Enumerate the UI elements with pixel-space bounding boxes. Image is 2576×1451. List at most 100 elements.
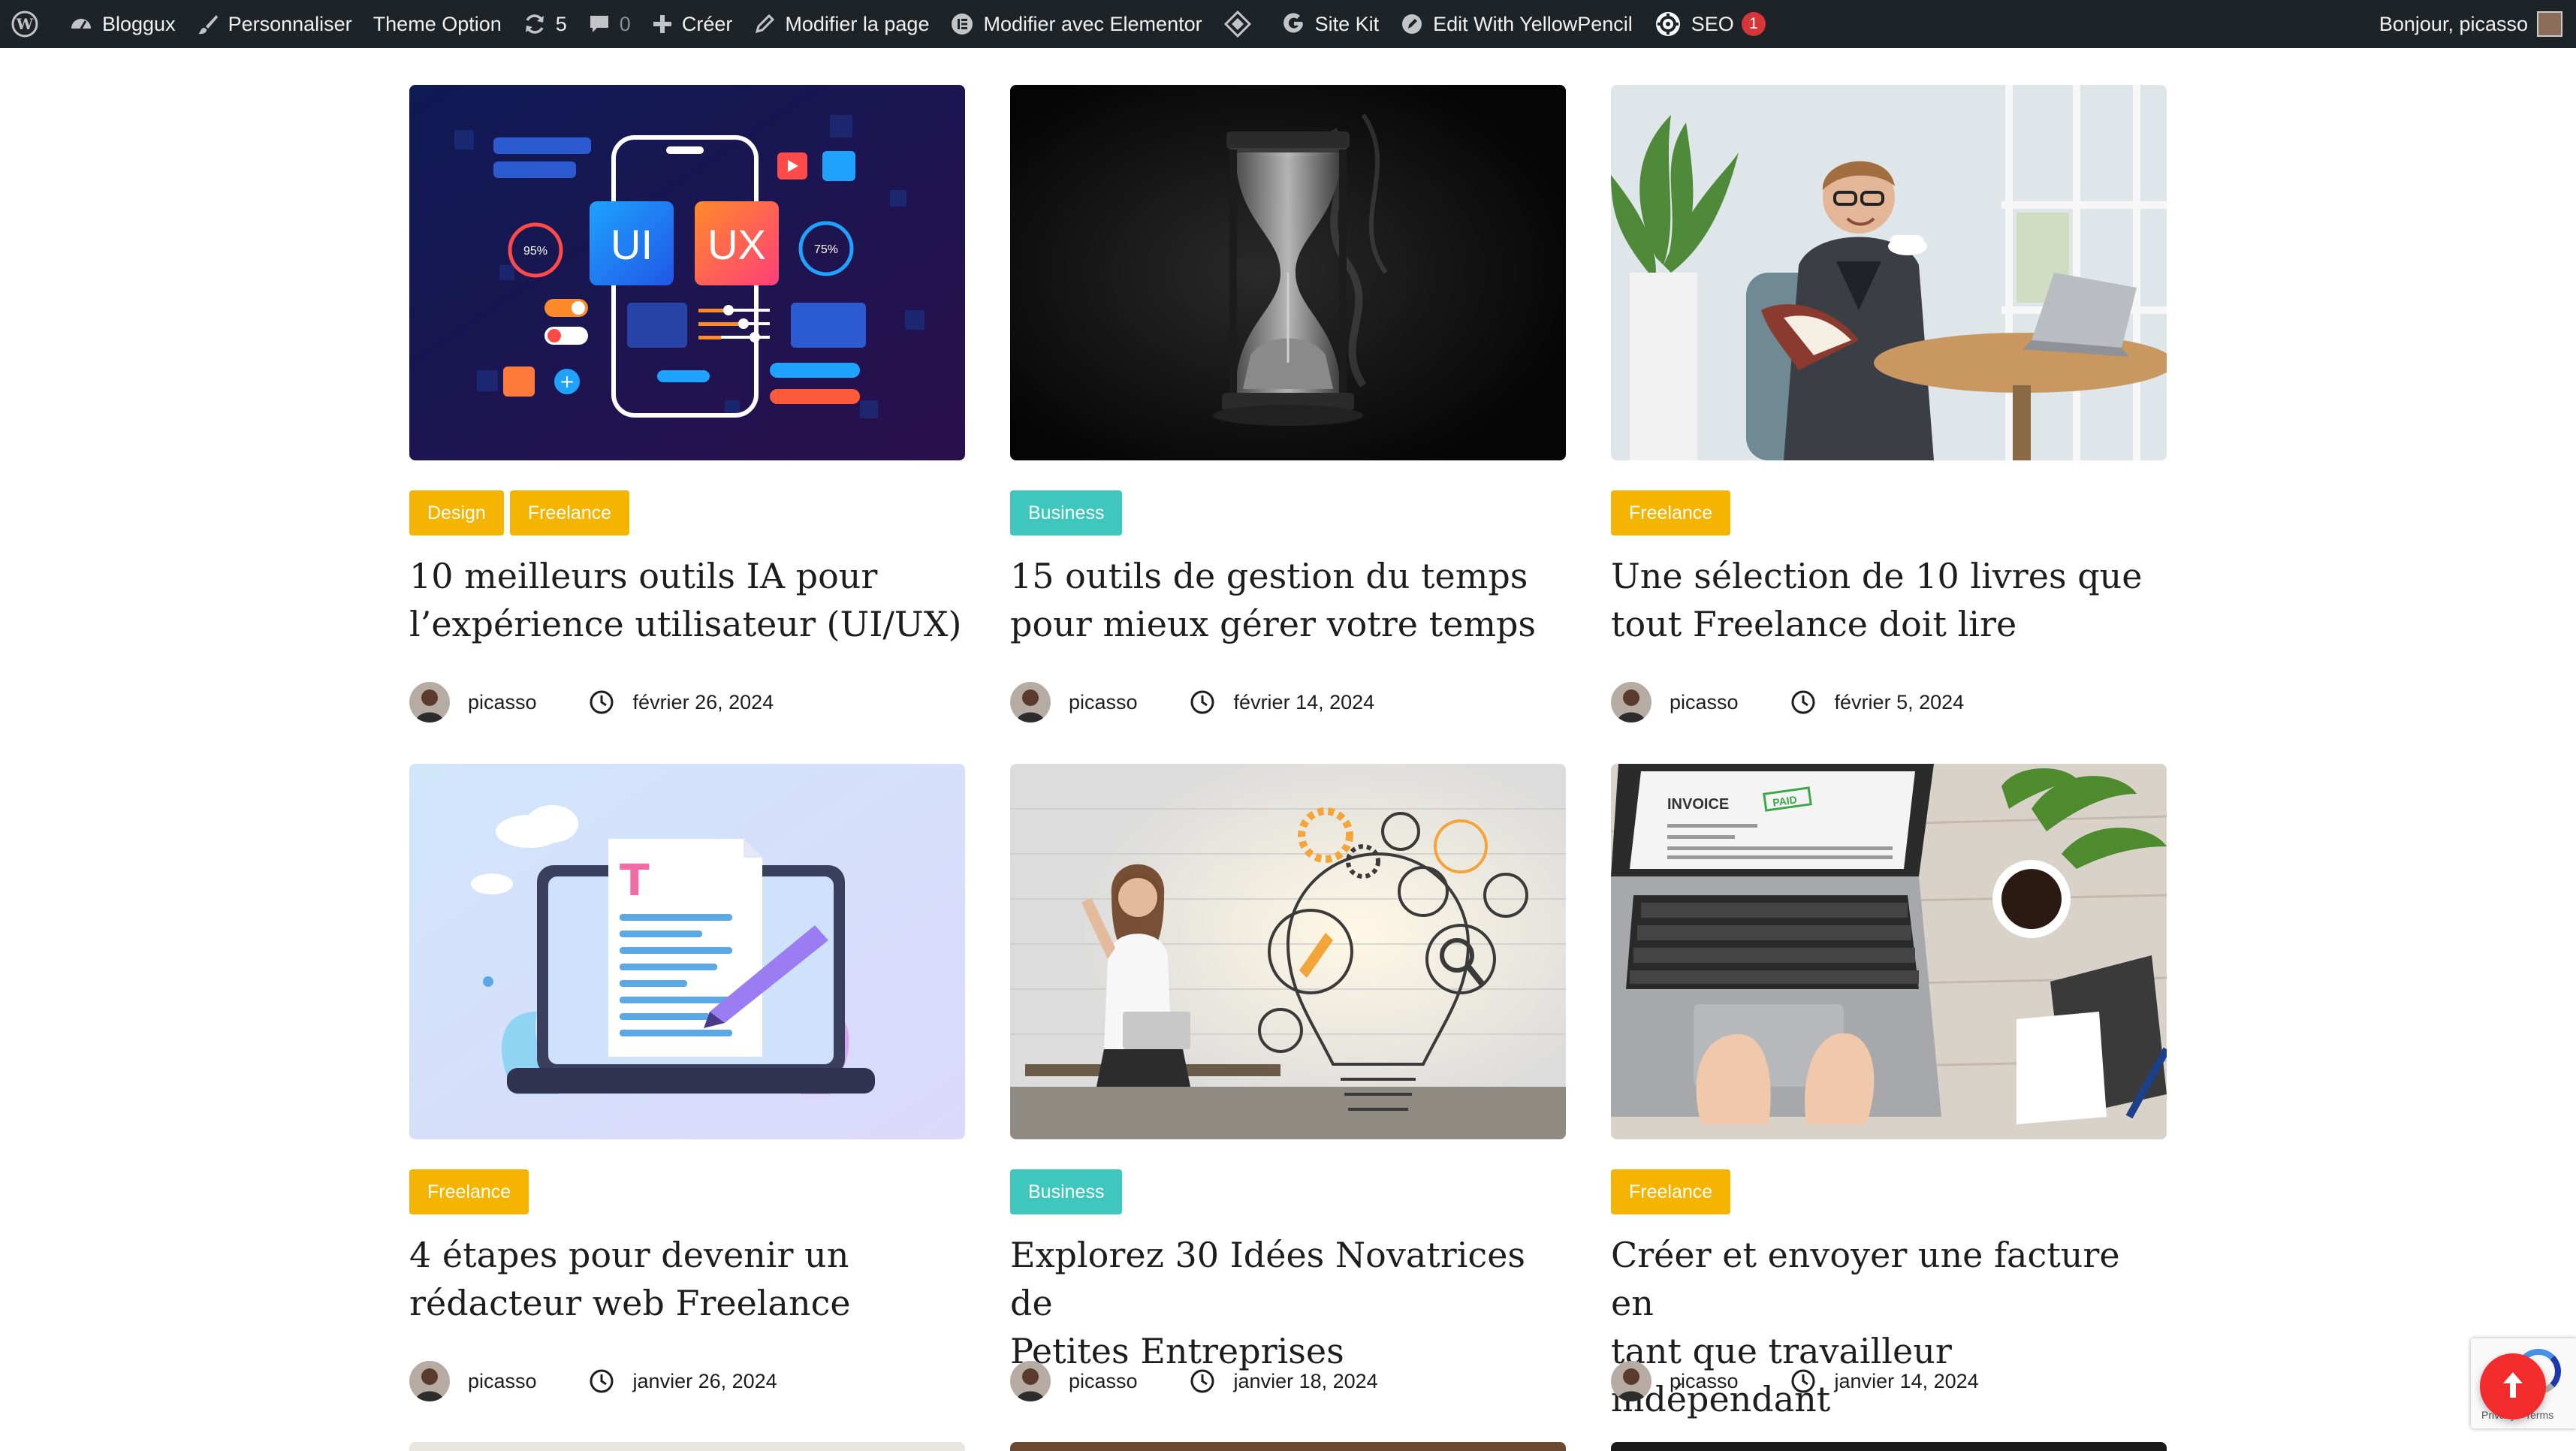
category-tag[interactable]: Freelance [509, 490, 629, 535]
user-avatar [2537, 11, 2562, 37]
category-tag[interactable]: Freelance [1611, 490, 1731, 535]
edit-page-link[interactable]: Modifier la page [743, 0, 940, 48]
author-name[interactable]: picasso [468, 1370, 537, 1393]
category-list: Business [1010, 490, 1123, 535]
post-thumbnail[interactable]: T [409, 764, 965, 1139]
seo-notification-badge: 1 [1741, 12, 1766, 36]
updates-count: 5 [555, 12, 567, 35]
post-title-line: Une sélection de 10 livres que [1611, 556, 2143, 596]
brush-icon [197, 13, 219, 35]
seo-gear-icon [1654, 10, 1682, 38]
post-date: janvier 26, 2024 [632, 1369, 777, 1392]
post-meta: picasso février 26, 2024 [409, 681, 774, 723]
woman-ideas-lightbulb-photo [1010, 764, 1566, 1139]
seo-label: SEO [1691, 12, 1734, 35]
google-icon [1282, 12, 1306, 36]
new-content-menu[interactable]: Créer [641, 0, 744, 48]
post-date: janvier 18, 2024 [1233, 1369, 1378, 1392]
next-post-thumbnail-edge[interactable] [1611, 1442, 2167, 1451]
wordpress-logo-menu[interactable]: W [0, 0, 59, 48]
back-to-top-button[interactable] [2480, 1353, 2546, 1419]
post-thumbnail[interactable]: UI UX 95% 75% + [409, 85, 965, 460]
post-title-line: pour mieux gérer votre temps [1010, 604, 1536, 644]
clock-icon [1790, 1368, 1817, 1395]
category-tag[interactable]: Business [1010, 1169, 1123, 1214]
post-title-line: Explorez 30 Idées Novatrices de [1010, 1235, 1526, 1323]
new-label: Créer [681, 12, 733, 35]
post-title-line: rédacteur web Freelance [409, 1283, 851, 1323]
post-thumbnail[interactable]: INVOICE PAID [1611, 764, 2167, 1139]
svg-text:95%: 95% [523, 245, 547, 258]
hourglass-photo [1010, 85, 1566, 460]
customize-label: Personnaliser [228, 12, 352, 35]
category-list: Freelance [1611, 490, 1731, 535]
post-thumbnail[interactable] [1010, 85, 1566, 460]
category-tag[interactable]: Freelance [1611, 1169, 1731, 1214]
arrow-up-icon [2500, 1370, 2526, 1404]
post-title[interactable]: Une sélection de 10 livres que tout Free… [1611, 552, 2167, 648]
category-list: Freelance [1611, 1169, 1731, 1214]
author-name[interactable]: picasso [1069, 1370, 1138, 1393]
customize-link[interactable]: Personnaliser [186, 0, 363, 48]
edit-page-label: Modifier la page [785, 12, 930, 35]
post-meta: picasso février 5, 2024 [1611, 681, 1964, 723]
edit-elementor-link[interactable]: Modifier avec Elementor [940, 0, 1212, 48]
category-tag[interactable]: Freelance [409, 1169, 529, 1214]
elementor-icon [950, 12, 974, 36]
svg-text:INVOICE: INVOICE [1667, 796, 1729, 813]
clock-icon [1790, 689, 1817, 716]
post-title-line: Créer et envoyer une facture en [1611, 1235, 2120, 1323]
author-avatar [1010, 1361, 1051, 1401]
theme-option-link[interactable]: Theme Option [363, 0, 512, 48]
svg-text:75%: 75% [814, 243, 838, 256]
author-avatar [1010, 682, 1051, 722]
post-title-line: tout Freelance doit lire [1611, 604, 2017, 644]
post-thumbnail[interactable] [1010, 764, 1566, 1139]
man-reading-book-photo [1611, 85, 2167, 460]
updates-link[interactable]: 5 [512, 0, 578, 48]
post-title[interactable]: 4 étapes pour devenir un rédacteur web F… [409, 1231, 965, 1327]
site-kit-link[interactable]: Site Kit [1271, 0, 1390, 48]
my-account-menu[interactable]: Bonjour, picasso [2369, 0, 2576, 48]
post-title-line: 15 outils de gestion du temps [1010, 556, 1528, 596]
laptop-document-illustration: T [409, 764, 965, 1139]
svg-text:W: W [16, 15, 34, 33]
diamond-tool-link[interactable] [1213, 0, 1271, 48]
category-tag[interactable]: Design [409, 490, 504, 535]
clock-icon [588, 1368, 615, 1395]
theme-option-label: Theme Option [373, 12, 502, 35]
category-list: Freelance [409, 1169, 529, 1214]
site-name: Bloggux [102, 12, 176, 35]
ui-ux-illustration: UI UX 95% 75% + [409, 85, 965, 460]
post-meta: picasso janvier 18, 2024 [1010, 1360, 1378, 1402]
yellowpencil-label: Edit With YellowPencil [1433, 12, 1633, 35]
category-tag[interactable]: Business [1010, 490, 1123, 535]
author-name[interactable]: picasso [1670, 691, 1739, 714]
author-name[interactable]: picasso [468, 691, 537, 714]
pencil-icon [753, 13, 776, 35]
post-title-line: l’expérience utilisateur (UI/UX) [409, 604, 962, 644]
comments-link[interactable]: 0 [578, 0, 641, 48]
post-thumbnail[interactable] [1611, 85, 2167, 460]
author-avatar [1611, 1361, 1651, 1401]
next-post-thumbnail-edge[interactable] [1010, 1442, 1566, 1451]
post-title-line: 4 étapes pour devenir un [409, 1235, 849, 1275]
yellowpencil-link[interactable]: Edit With YellowPencil [1389, 0, 1643, 48]
svg-text:+: + [560, 371, 575, 392]
seo-menu[interactable]: SEO 1 [1643, 0, 1776, 48]
clock-icon [1189, 1368, 1216, 1395]
post-title[interactable]: 10 meilleurs outils IA pour l’expérience… [409, 552, 965, 648]
post-meta: picasso janvier 26, 2024 [409, 1360, 777, 1402]
site-kit-label: Site Kit [1314, 12, 1380, 35]
post-title[interactable]: Explorez 30 Idées Novatrices de Petites … [1010, 1231, 1566, 1375]
clock-icon [1189, 689, 1216, 716]
author-name[interactable]: picasso [1069, 691, 1138, 714]
post-date: février 26, 2024 [632, 690, 774, 713]
author-name[interactable]: picasso [1670, 1370, 1739, 1393]
post-meta: picasso février 14, 2024 [1010, 681, 1374, 723]
edit-elementor-label: Modifier avec Elementor [983, 12, 1202, 35]
post-title[interactable]: 15 outils de gestion du temps pour mieux… [1010, 552, 1566, 648]
comment-icon [588, 13, 611, 35]
next-post-thumbnail-edge[interactable] [409, 1442, 965, 1451]
site-name-menu[interactable]: Bloggux [59, 0, 186, 48]
